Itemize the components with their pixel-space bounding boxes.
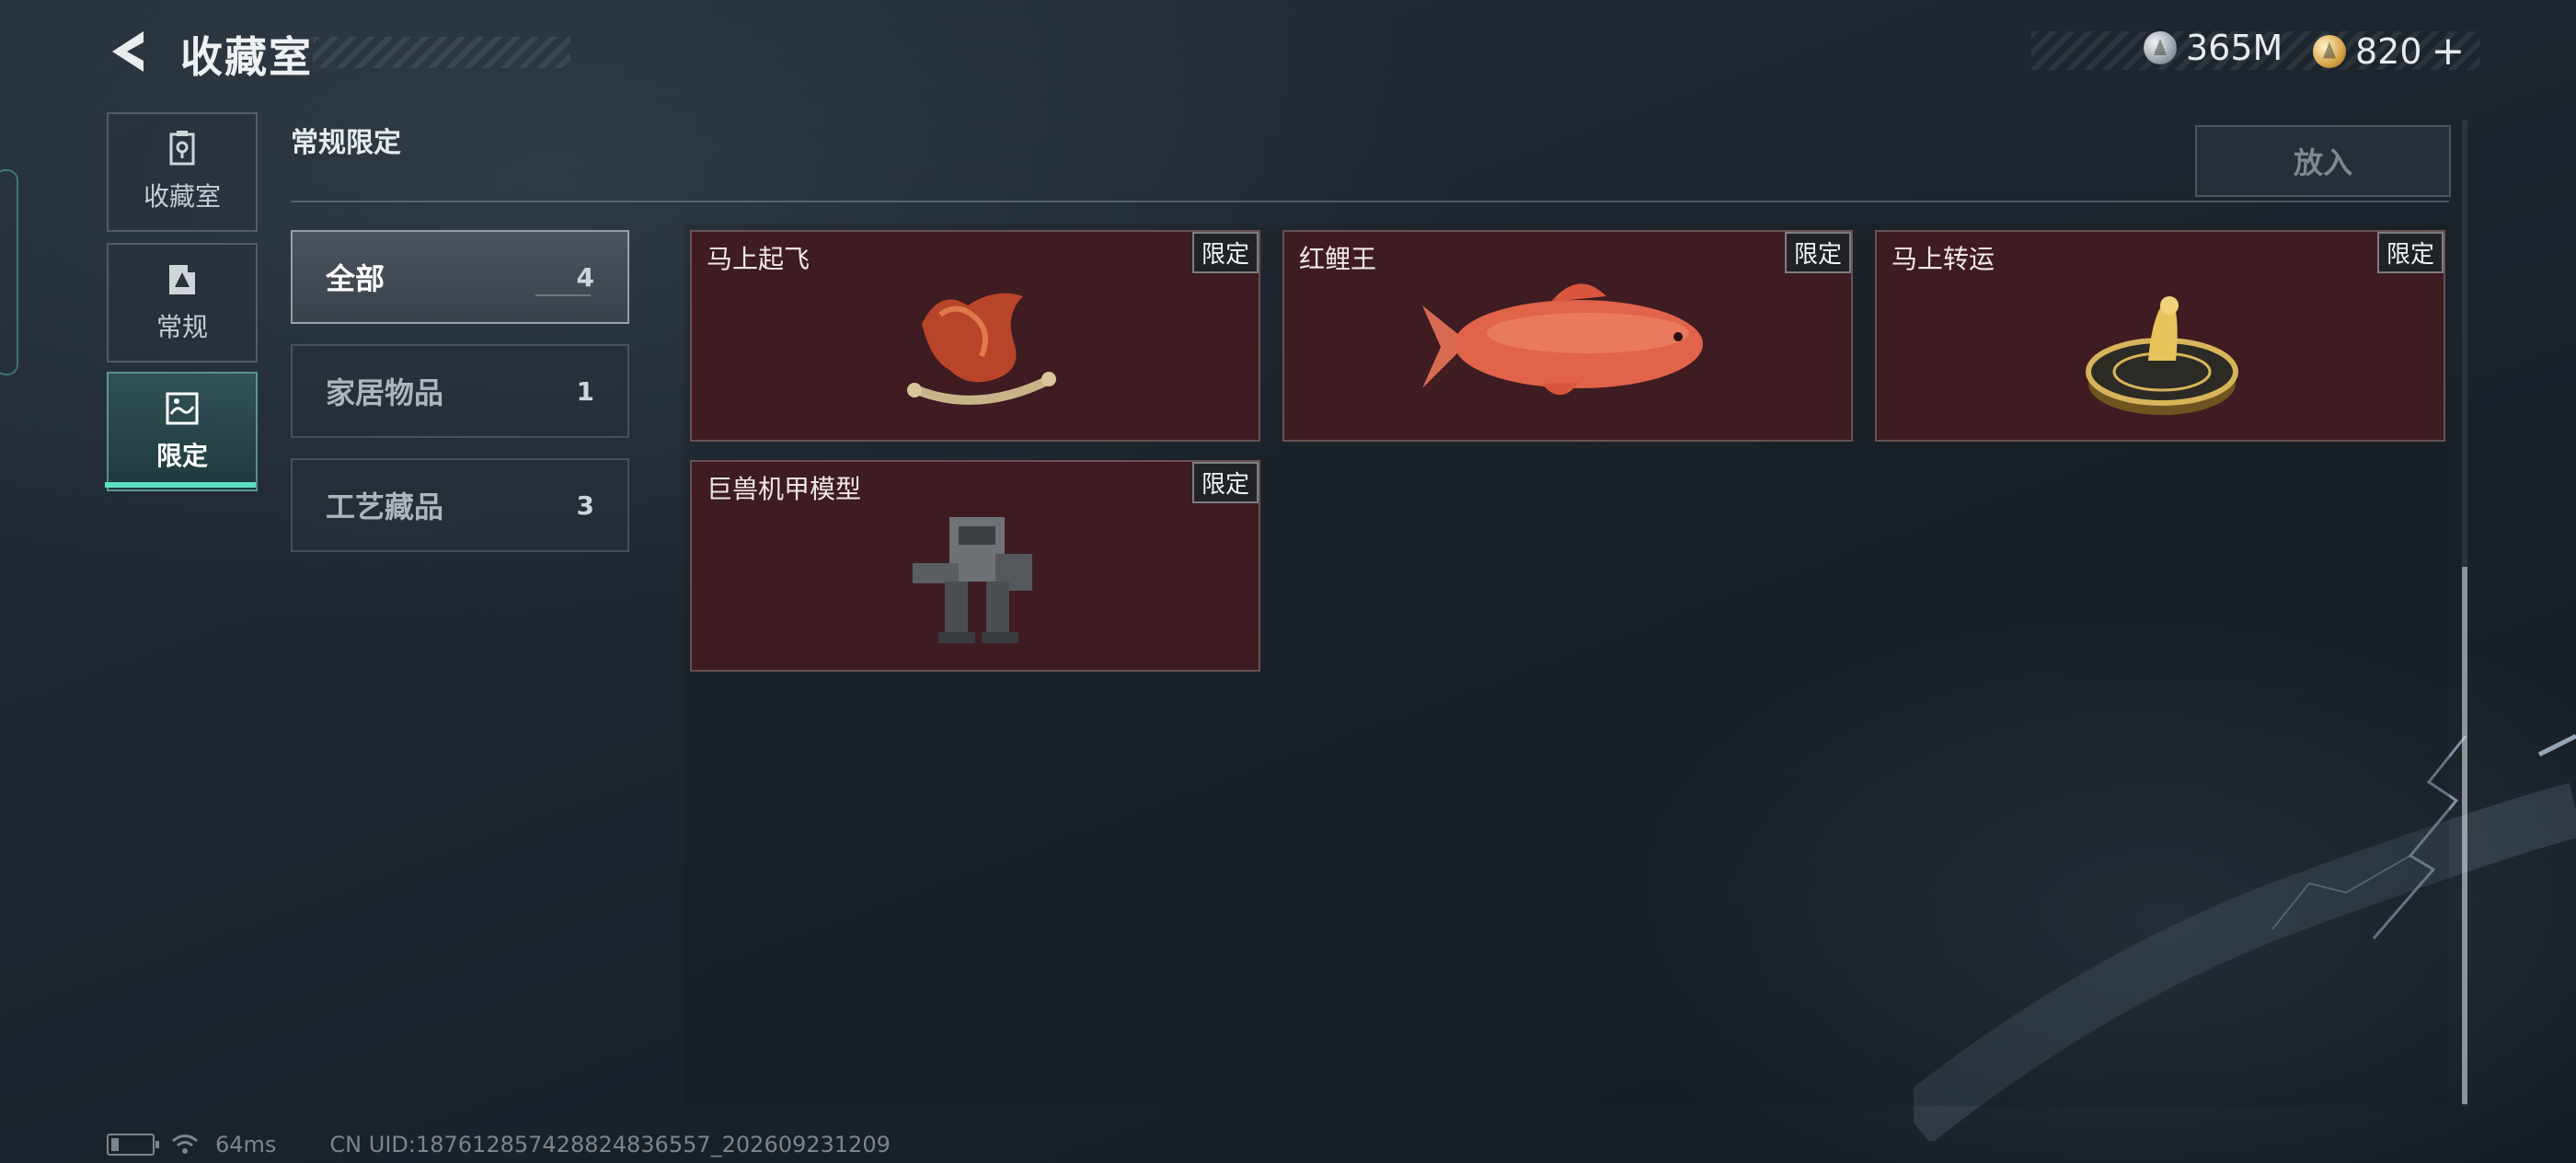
limited-icon (166, 392, 199, 425)
item-name: 马上转运 (1892, 244, 1995, 274)
item-name: 红鲤王 (1299, 244, 1377, 274)
limited-tag: 限定 (1191, 462, 1259, 503)
section-title: 常规限定 (291, 127, 401, 159)
put-in-button[interactable]: 放入 (2195, 125, 2451, 197)
filter-count: 4 (576, 261, 594, 293)
back-arrow-icon (112, 31, 144, 72)
section-divider (291, 201, 2449, 202)
regular-icon (169, 265, 195, 294)
filter-label: 家居物品 (326, 375, 444, 410)
gold-currency-amount: 820 (2355, 30, 2422, 72)
gold-currency: 820 + (2313, 28, 2465, 75)
golden-horse-disc-image (2086, 296, 2238, 415)
item-card-mech-model[interactable]: 巨兽机甲模型 限定 (690, 460, 1260, 672)
scrollbar-thumb[interactable] (2462, 567, 2467, 1104)
item-card-flying-horse[interactable]: 马上起飞 限定 (690, 230, 1260, 442)
filter-count: 1 (576, 375, 594, 407)
collection-room-icon (169, 131, 195, 166)
silver-coin-icon (2144, 31, 2177, 64)
sidebar-item-collection-room[interactable]: 收藏室 (107, 112, 258, 232)
back-button[interactable] (103, 26, 155, 77)
gold-coin-icon (2313, 34, 2346, 68)
item-card-golden-luck-disc[interactable]: 马上转运 限定 (1875, 230, 2445, 442)
page-title: 收藏室 (180, 32, 313, 82)
add-currency-button[interactable]: + (2432, 28, 2466, 75)
sidebar-item-limited[interactable]: 限定 (107, 372, 258, 491)
filter-home-items[interactable]: 家居物品 1 (291, 344, 629, 438)
silver-currency-amount: 365M (2186, 28, 2283, 68)
limited-tag: 限定 (1784, 232, 1851, 273)
sidebar-item-label: 限定 (155, 441, 208, 471)
limited-tag: 限定 (2376, 232, 2444, 273)
sidebar-item-regular[interactable]: 常规 (107, 243, 258, 363)
filter-label: 工艺藏品 (326, 489, 444, 524)
filter-count: 3 (576, 489, 594, 521)
red-carp-image (1422, 283, 1703, 396)
item-name: 马上起飞 (707, 244, 811, 274)
battery-icon (107, 1134, 159, 1156)
horse-statue-image (907, 293, 1056, 405)
limited-tag: 限定 (1191, 232, 1259, 273)
user-uid: CN UID:18761285742882483655​7_2026092312… (329, 1132, 891, 1157)
wifi-icon (172, 1134, 198, 1154)
sidebar-item-label: 常规 (155, 312, 208, 342)
silver-currency: 365M (2144, 28, 2283, 68)
filter-underline (535, 294, 591, 296)
title-decoration-strip (313, 37, 570, 68)
sidebar-item-label: 收藏室 (143, 181, 221, 212)
mech-model-image (913, 517, 1032, 643)
active-nav-indicator (105, 482, 256, 488)
item-card-red-carp[interactable]: 红鲤王 限定 (1282, 230, 1853, 442)
item-name: 巨兽机甲模型 (707, 474, 862, 504)
ping-value: 64ms (215, 1132, 277, 1157)
filter-all[interactable]: 全部 4 (291, 230, 629, 324)
status-bar: 64ms CN UID:18761285742882483655​7_20260… (107, 1132, 891, 1157)
side-drawer-handle[interactable] (0, 169, 18, 375)
filter-crafts[interactable]: 工艺藏品 3 (291, 458, 629, 552)
filter-label: 全部 (326, 261, 385, 296)
